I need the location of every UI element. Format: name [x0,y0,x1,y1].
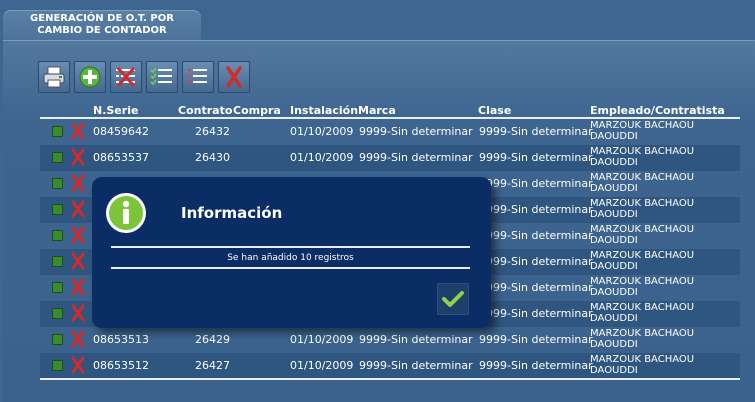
cell-marca: 9999-Sin determinar [359,333,473,346]
delete-button[interactable] [218,61,250,93]
cell-instalacion: 01/10/2009 [290,151,354,164]
cell-empleado: MARZOUK BACHAOU DAOUDDI [590,354,695,376]
tab-title: GENERACIÓN DE O.T. POR CAMBIO DE CONTADO… [30,13,174,36]
remove-list-button[interactable] [110,61,142,93]
table-bottom-divider [40,378,740,380]
delete-row-icon[interactable] [70,278,86,296]
delete-row-icon[interactable] [70,122,86,140]
cell-marca: 9999-Sin determinar [359,359,473,372]
select-row-icon[interactable] [52,282,63,293]
cell-clase: 9999-Sin determinar [479,125,593,138]
cell-marca: 9999-Sin determinar [359,151,473,164]
red-x-icon [226,66,242,88]
col-header-instalacion[interactable]: Instalación [290,104,358,117]
cell-empleado: MARZOUK BACHAOU DAOUDDI [590,224,695,246]
delete-row-icon[interactable] [70,174,86,192]
cell-clase: 9999-Sin determinar [479,333,593,346]
select-row-icon[interactable] [52,126,63,137]
cell-empleado: MARZOUK BACHAOU DAOUDDI [590,198,695,220]
cell-empleado: MARZOUK BACHAOU DAOUDDI [590,146,695,168]
delete-row-icon[interactable] [70,226,86,244]
cell-clase: 9999-Sin determinar [479,307,593,320]
dialog-divider-top [111,246,470,248]
col-header-compra[interactable]: Compra [233,104,281,117]
cell-empleado: MARZOUK BACHAOU DAOUDDI [590,302,695,324]
cell-clase: 9999-Sin determinar [479,177,593,190]
select-row-icon[interactable] [52,308,63,319]
delete-row-icon[interactable] [70,330,86,348]
print-button[interactable] [38,61,70,93]
cell-serie: 08653512 [93,359,149,372]
cell-empleado: MARZOUK BACHAOU DAOUDDI [590,276,695,298]
printer-icon [43,66,65,88]
col-header-serie[interactable]: N.Serie [93,104,138,117]
cell-clase: 9999-Sin determinar [479,203,593,216]
table-row[interactable]: 08653537 26430 01/10/2009 9999-Sin determin… [40,145,740,171]
dialog-title: Información [181,204,283,222]
list-check-icon [150,67,172,86]
cell-contrato: 26427 [195,359,230,372]
dialog-message: Se han añadido 10 registros [227,253,354,263]
ok-button[interactable] [437,283,469,315]
select-row-icon[interactable] [52,334,63,345]
cell-clase: 9999-Sin determinar [479,359,593,372]
cell-empleado: MARZOUK BACHAOU DAOUDDI [590,328,695,350]
cell-instalacion: 01/10/2009 [290,125,354,138]
cell-empleado: MARZOUK BACHAOU DAOUDDI [590,250,695,272]
cell-clase: 9999-Sin determinar [479,229,593,242]
col-header-empleado[interactable]: Empleado/Contratista [590,104,725,117]
col-header-clase[interactable]: Clase [478,104,511,117]
info-icon [106,193,146,233]
add-button[interactable] [74,61,106,93]
delete-row-icon[interactable] [70,252,86,270]
delete-row-icon[interactable] [70,304,86,322]
cell-serie: 08653537 [93,151,149,164]
select-row-icon[interactable] [52,178,63,189]
cell-clase: 9999-Sin determinar [479,255,593,268]
select-row-icon[interactable] [52,256,63,267]
select-row-icon[interactable] [52,152,63,163]
select-row-icon[interactable] [52,360,63,371]
table-row[interactable]: 08653512 26427 01/10/2009 9999-Sin determin… [40,353,740,379]
dialog-divider-bottom [111,267,470,269]
col-header-contrato[interactable]: Contrato [178,104,232,117]
cell-clase: 9999-Sin determinar [479,151,593,164]
checkmark-icon [442,291,464,307]
cell-serie: 08459642 [93,125,149,138]
delete-row-icon[interactable] [70,356,86,374]
list-icon [188,69,207,83]
cell-serie: 08653513 [93,333,149,346]
cell-clase: 9999-Sin determinar [479,281,593,294]
plus-circle-icon [79,66,101,88]
cell-contrato: 26429 [195,333,230,346]
select-row-icon[interactable] [52,204,63,215]
delete-row-icon[interactable] [70,200,86,218]
check-list-button[interactable] [146,61,178,93]
delete-row-icon[interactable] [70,148,86,166]
cell-contrato: 26430 [195,151,230,164]
table-row[interactable]: 08653513 26429 01/10/2009 9999-Sin determin… [40,327,740,353]
select-row-icon[interactable] [52,230,63,241]
info-dialog: Información Se han añadido 10 registros [92,177,491,328]
cell-empleado: MARZOUK BACHAOU DAOUDDI [590,120,695,142]
cell-marca: 9999-Sin determinar [359,125,473,138]
cell-instalacion: 01/10/2009 [290,333,354,346]
table-row[interactable]: 08459642 26432 01/10/2009 9999-Sin determin… [40,119,740,145]
list-x-icon [116,67,136,87]
cell-contrato: 26432 [195,125,230,138]
cell-instalacion: 01/10/2009 [290,359,354,372]
col-header-marca[interactable]: Marca [358,104,396,117]
list-button[interactable] [182,61,214,93]
cell-empleado: MARZOUK BACHAOU DAOUDDI [590,172,695,194]
